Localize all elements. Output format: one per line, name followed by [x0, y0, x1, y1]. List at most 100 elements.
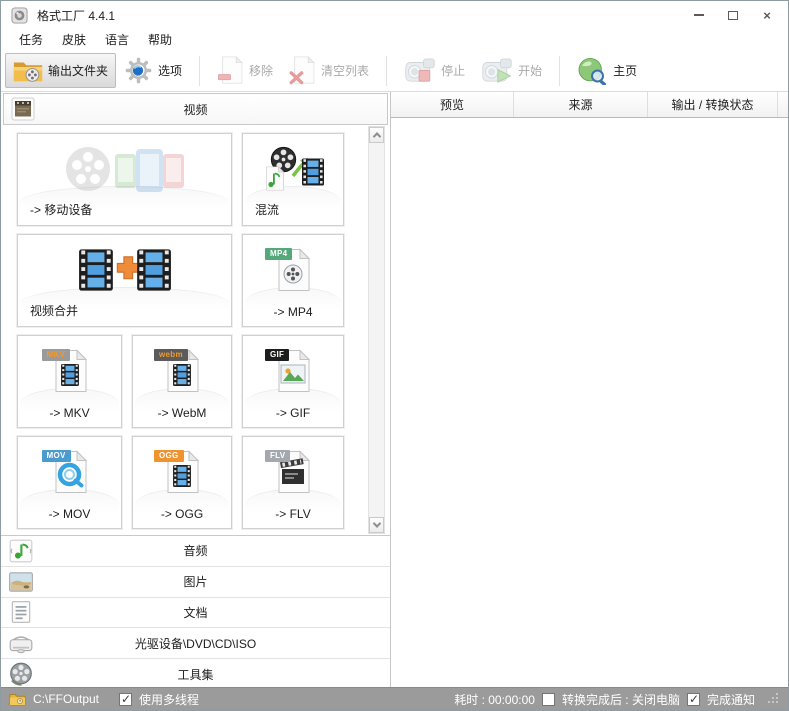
menu-bar: 任务 皮肤 语言 帮助: [1, 29, 788, 50]
video-clapper-icon: [11, 97, 35, 121]
notify-label: 完成通知: [706, 692, 755, 707]
flv-clapper-icon: FLV: [265, 448, 313, 496]
close-button[interactable]: ×: [750, 1, 784, 29]
film-reel-icon: [10, 662, 32, 686]
scroll-up-button[interactable]: [369, 127, 384, 143]
card-label: -> FLV: [275, 507, 311, 521]
camera-stop-icon: [405, 58, 435, 82]
format-tag: OGG: [154, 449, 184, 462]
tab-video[interactable]: 视频: [3, 93, 388, 125]
card-label: -> OGG: [160, 507, 204, 521]
category-label: 工具集: [177, 667, 214, 682]
main-area: 视频 -> 移动设备 混流 视频合并 MP4 -> MP4 MKV -> MKV…: [1, 91, 788, 689]
card-to-mobile[interactable]: -> 移动设备: [17, 133, 232, 226]
notify-checkbox[interactable]: [686, 692, 700, 706]
options-button[interactable]: 选项: [116, 51, 190, 90]
menu-skin[interactable]: 皮肤: [54, 29, 97, 50]
category-rom-device[interactable]: 光驱设备\DVD\CD\ISO: [1, 628, 390, 660]
elapsed-time: 耗时 : 00:00:00: [454, 692, 535, 707]
category-label: 图片: [183, 575, 208, 590]
shutdown-checkbox[interactable]: [541, 692, 555, 706]
category-label: 音频: [183, 544, 208, 559]
output-folder-small-icon[interactable]: [9, 692, 26, 706]
home-button[interactable]: 主页: [569, 52, 645, 90]
category-audio[interactable]: 音频: [1, 536, 390, 567]
shutdown-label: 转换完成后 : 关闭电脑: [561, 692, 680, 707]
clear-list-icon: [289, 56, 315, 85]
card-video-merge[interactable]: 视频合并: [17, 234, 232, 327]
stop-button[interactable]: 停止: [396, 52, 473, 89]
category-toolset[interactable]: 工具集: [1, 659, 390, 689]
options-label: 选项: [158, 64, 183, 78]
webm-file-icon: webm: [154, 347, 202, 395]
output-path[interactable]: C:\FFOutput: [33, 692, 99, 706]
column-header-source[interactable]: 来源: [514, 92, 648, 117]
toolbar-separator: [199, 55, 201, 86]
card-label: -> GIF: [275, 406, 311, 420]
category-list: 音频 图片 文档 光驱设备\DVD\CD\ISO 工具集: [1, 536, 390, 689]
card-to-mov[interactable]: MOV -> MOV: [17, 436, 122, 529]
toolbar-separator: [386, 55, 388, 86]
scroll-down-button[interactable]: [369, 517, 384, 533]
window-title: 格式工厂 4.4.1: [37, 8, 116, 23]
remove-page-icon: [218, 56, 243, 84]
app-logo-icon: [11, 6, 28, 24]
column-header-preview[interactable]: 预览: [391, 92, 514, 117]
mp4-file-icon: MP4: [265, 246, 313, 294]
card-label: 混流: [255, 203, 280, 217]
category-label: 文档: [183, 605, 208, 620]
multithread-checkbox[interactable]: [119, 692, 133, 706]
resize-grip[interactable]: [768, 694, 778, 704]
merge-filmstrips-icon: [18, 239, 231, 300]
card-to-gif[interactable]: GIF -> GIF: [242, 335, 344, 428]
card-label: -> MKV: [49, 406, 90, 420]
video-presets-area: -> 移动设备 混流 视频合并 MP4 -> MP4 MKV -> MKV we…: [1, 125, 390, 536]
chevron-down-icon: [372, 519, 381, 528]
app-window: 格式工厂 4.4.1 × 任务 皮肤 语言 帮助 输出文件夹 选项 移除 清空列…: [0, 0, 789, 711]
task-list-panel: 预览 来源 输出 / 转换状态: [391, 92, 788, 689]
format-tag: MOV: [41, 449, 71, 462]
grid-scrollbar[interactable]: [368, 126, 385, 534]
disc-drive-icon: [9, 636, 33, 654]
category-picture[interactable]: 图片: [1, 566, 390, 598]
card-to-mkv[interactable]: MKV -> MKV: [17, 335, 122, 428]
output-folder-button[interactable]: 输出文件夹: [5, 53, 117, 88]
globe-magnifier-icon: [578, 57, 607, 85]
card-to-webm[interactable]: webm -> WebM: [132, 335, 232, 428]
toolbar: 输出文件夹 选项 移除 清空列表 停止 开始 主页: [1, 50, 788, 91]
start-button[interactable]: 开始: [473, 52, 550, 89]
ogg-file-icon: OGG: [154, 448, 202, 496]
camera-start-icon: [482, 58, 512, 83]
chevron-up-icon: [372, 132, 381, 141]
audio-note-icon: [9, 539, 33, 563]
gif-file-icon: GIF: [265, 347, 313, 395]
remove-button[interactable]: 移除: [209, 51, 281, 90]
menu-task[interactable]: 任务: [11, 29, 54, 50]
category-document[interactable]: 文档: [1, 597, 390, 629]
card-to-ogg[interactable]: OGG -> OGG: [132, 436, 232, 529]
maximize-button[interactable]: [716, 1, 750, 29]
column-header-output-state[interactable]: 输出 / 转换状态: [648, 92, 778, 117]
card-mux[interactable]: 混流: [242, 133, 344, 226]
close-icon: ×: [763, 7, 771, 23]
output-folder-label: 输出文件夹: [48, 64, 109, 78]
minimize-button[interactable]: [682, 1, 716, 29]
column-header-filler: [778, 92, 788, 117]
left-panel: 视频 -> 移动设备 混流 视频合并 MP4 -> MP4 MKV -> MKV…: [1, 92, 391, 689]
category-label: 光驱设备\DVD\CD\ISO: [134, 636, 257, 651]
card-label: -> WebM: [157, 406, 207, 420]
mux-icon: [243, 138, 343, 199]
card-label: -> 移动设备: [30, 203, 93, 217]
mov-quicktime-icon: MOV: [41, 448, 90, 496]
minimize-icon: [694, 14, 704, 16]
format-tag: webm: [154, 348, 188, 361]
format-tag: GIF: [265, 348, 290, 361]
maximize-icon: [728, 10, 738, 20]
picture-icon: [9, 571, 33, 592]
clear-list-button[interactable]: 清空列表: [281, 51, 377, 90]
menu-language[interactable]: 语言: [97, 29, 140, 50]
card-to-mp4[interactable]: MP4 -> MP4: [242, 234, 344, 327]
menu-help[interactable]: 帮助: [140, 29, 183, 50]
task-list-body[interactable]: [391, 118, 788, 689]
card-to-flv[interactable]: FLV -> FLV: [242, 436, 344, 529]
